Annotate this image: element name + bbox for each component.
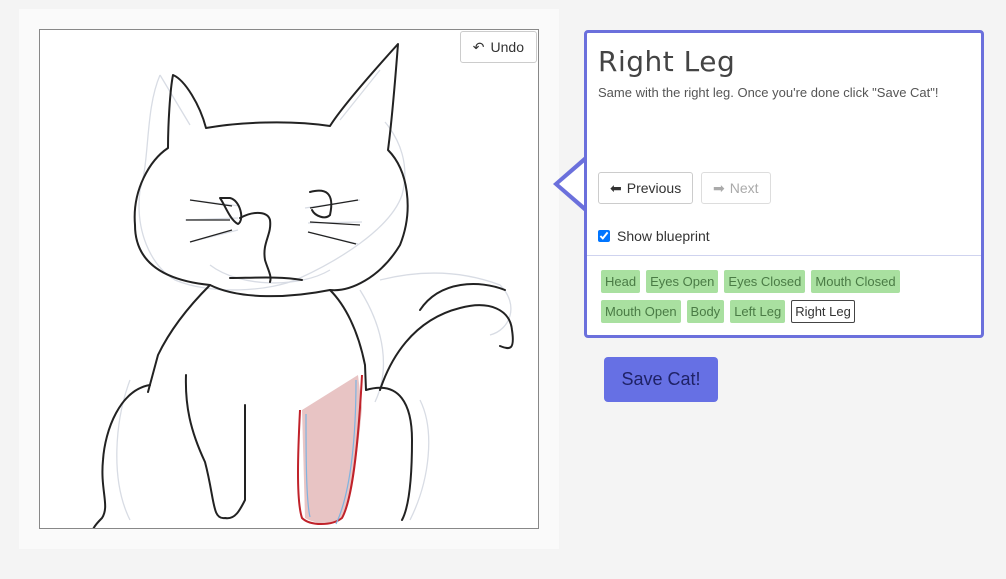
undo-label: Undo	[490, 39, 524, 55]
show-blueprint-toggle[interactable]: Show blueprint	[598, 228, 710, 244]
part-chip-left-leg[interactable]: Left Leg	[730, 300, 786, 323]
divider	[587, 255, 981, 256]
next-button[interactable]: ➡ Next	[701, 172, 771, 204]
save-cat-button[interactable]: Save Cat!	[604, 357, 718, 402]
popover-arrow-inner	[559, 160, 587, 208]
step-description: Same with the right leg. Once you're don…	[598, 85, 939, 100]
cat-drawing	[92, 43, 514, 528]
part-chip-right-leg[interactable]: Right Leg	[791, 300, 855, 323]
show-blueprint-checkbox[interactable]	[598, 230, 610, 242]
tutorial-popover: Right Leg Same with the right leg. Once …	[584, 30, 984, 338]
arrow-left-icon: ⬅	[610, 179, 622, 196]
canvas-panel: ↶ Undo	[19, 9, 559, 549]
part-chip-mouth-closed[interactable]: Mouth Closed	[811, 270, 900, 293]
undo-button[interactable]: ↶ Undo	[459, 31, 537, 63]
next-label: Next	[729, 180, 759, 196]
step-title: Right Leg	[598, 45, 736, 78]
previous-label: Previous	[626, 180, 682, 196]
drawing-canvas[interactable]: ↶ Undo	[39, 29, 539, 529]
show-blueprint-label: Show blueprint	[617, 228, 710, 244]
previous-button[interactable]: ⬅ Previous	[598, 172, 694, 204]
arrow-right-icon: ➡	[713, 179, 725, 196]
part-chip-mouth-open[interactable]: Mouth Open	[601, 300, 681, 323]
part-chip-eyes-closed[interactable]: Eyes Closed	[724, 270, 806, 293]
part-chip-head[interactable]: Head	[601, 270, 641, 293]
part-chip-eyes-open[interactable]: Eyes Open	[646, 270, 719, 293]
part-chip-body[interactable]: Body	[686, 300, 725, 323]
undo-arrow-icon: ↶	[472, 38, 485, 55]
part-list: Head Eyes Open Eyes Closed Mouth Closed …	[601, 270, 971, 323]
